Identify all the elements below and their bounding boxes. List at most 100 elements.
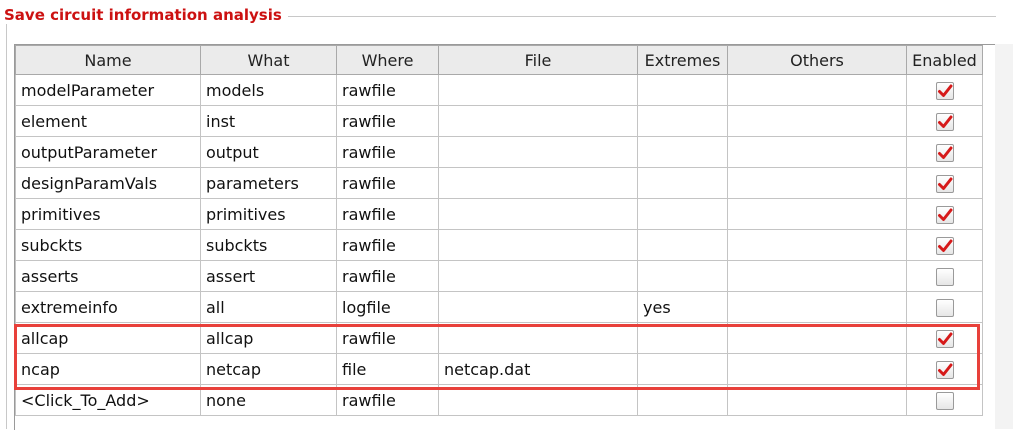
cell-extremes[interactable]	[637, 353, 728, 385]
cell-file[interactable]	[438, 136, 638, 168]
enabled-checkbox[interactable]	[935, 298, 954, 317]
cell-others[interactable]	[727, 291, 907, 323]
cell-name[interactable]: ncap	[15, 353, 201, 385]
cell-file[interactable]	[438, 260, 638, 292]
column-header-others[interactable]: Others	[727, 45, 907, 75]
enabled-checkbox[interactable]	[935, 267, 954, 286]
red-checkmark-icon	[937, 177, 952, 190]
cell-where[interactable]: rawfile	[336, 229, 439, 261]
cell-others[interactable]	[727, 384, 907, 416]
cell-name[interactable]: extremeinfo	[15, 291, 201, 323]
cell-others[interactable]	[727, 353, 907, 385]
cell-file[interactable]	[438, 229, 638, 261]
column-header-where[interactable]: Where	[336, 45, 439, 75]
cell-file[interactable]	[438, 198, 638, 230]
cell-extremes[interactable]: yes	[637, 291, 728, 323]
cell-others[interactable]	[727, 229, 907, 261]
cell-where[interactable]: rawfile	[336, 384, 439, 416]
cell-extremes[interactable]	[637, 74, 728, 106]
cell-where[interactable]: rawfile	[336, 167, 439, 199]
cell-where[interactable]: rawfile	[336, 260, 439, 292]
column-header-what[interactable]: What	[200, 45, 337, 75]
cell-what[interactable]: output	[200, 136, 337, 168]
cell-where[interactable]: rawfile	[336, 198, 439, 230]
table-row[interactable]: subckts subckts rawfile	[15, 229, 983, 261]
cell-what[interactable]: none	[200, 384, 337, 416]
enabled-checkbox[interactable]	[935, 143, 954, 162]
cell-where[interactable]: file	[336, 353, 439, 385]
table-row[interactable]: designParamVals parameters rawfile	[15, 167, 983, 199]
cell-others[interactable]	[727, 105, 907, 137]
cell-file[interactable]	[438, 291, 638, 323]
table-row[interactable]: outputParameter output rawfile	[15, 136, 983, 168]
cell-file[interactable]	[438, 105, 638, 137]
table-row[interactable]: primitives primitives rawfile	[15, 198, 983, 230]
cell-extremes[interactable]	[637, 384, 728, 416]
cell-others[interactable]	[727, 74, 907, 106]
table-row[interactable]: asserts assert rawfile	[15, 260, 983, 292]
cell-file[interactable]	[438, 167, 638, 199]
cell-name[interactable]: <Click_To_Add>	[15, 384, 201, 416]
cell-what[interactable]: allcap	[200, 322, 337, 354]
cell-extremes[interactable]	[637, 198, 728, 230]
cell-what[interactable]: assert	[200, 260, 337, 292]
enabled-checkbox[interactable]	[935, 81, 954, 100]
cell-extremes[interactable]	[637, 105, 728, 137]
table-header-row: Name What Where File Extremes Others Ena…	[15, 45, 983, 75]
enabled-checkbox[interactable]	[935, 329, 954, 348]
cell-extremes[interactable]	[637, 167, 728, 199]
table-row[interactable]: extremeinfo all logfile yes	[15, 291, 983, 323]
cell-extremes[interactable]	[637, 136, 728, 168]
table-row[interactable]: <Click_To_Add> none rawfile	[15, 384, 983, 416]
cell-others[interactable]	[727, 167, 907, 199]
enabled-checkbox[interactable]	[935, 174, 954, 193]
cell-where[interactable]: rawfile	[336, 105, 439, 137]
cell-what[interactable]: subckts	[200, 229, 337, 261]
cell-where[interactable]: logfile	[336, 291, 439, 323]
cell-file[interactable]	[438, 74, 638, 106]
enabled-checkbox[interactable]	[935, 391, 954, 410]
cell-others[interactable]	[727, 198, 907, 230]
table-row[interactable]: allcap allcap rawfile	[15, 322, 983, 354]
cell-where[interactable]: rawfile	[336, 136, 439, 168]
cell-name[interactable]: element	[15, 105, 201, 137]
save-info-table-container: Name What Where File Extremes Others Ena…	[14, 44, 995, 430]
cell-name[interactable]: allcap	[15, 322, 201, 354]
table-row[interactable]: element inst rawfile	[15, 105, 983, 137]
cell-name[interactable]: subckts	[15, 229, 201, 261]
cell-others[interactable]	[727, 136, 907, 168]
cell-what[interactable]: netcap	[200, 353, 337, 385]
cell-file[interactable]	[438, 384, 638, 416]
cell-name[interactable]: modelParameter	[15, 74, 201, 106]
column-header-file[interactable]: File	[438, 45, 638, 75]
table-row[interactable]: modelParameter models rawfile	[15, 74, 983, 106]
column-header-extremes[interactable]: Extremes	[637, 45, 728, 75]
enabled-checkbox[interactable]	[935, 360, 954, 379]
column-header-name[interactable]: Name	[15, 45, 201, 75]
cell-enabled	[906, 353, 983, 385]
cell-what[interactable]: all	[200, 291, 337, 323]
cell-file[interactable]	[438, 322, 638, 354]
cell-name[interactable]: asserts	[15, 260, 201, 292]
cell-file[interactable]: netcap.dat	[438, 353, 638, 385]
cell-where[interactable]: rawfile	[336, 74, 439, 106]
cell-what[interactable]: primitives	[200, 198, 337, 230]
cell-what[interactable]: inst	[200, 105, 337, 137]
red-checkmark-icon	[937, 84, 952, 97]
cell-others[interactable]	[727, 322, 907, 354]
cell-what[interactable]: parameters	[200, 167, 337, 199]
column-header-enabled[interactable]: Enabled	[906, 45, 983, 75]
cell-where[interactable]: rawfile	[336, 322, 439, 354]
cell-name[interactable]: primitives	[15, 198, 201, 230]
cell-extremes[interactable]	[637, 229, 728, 261]
cell-extremes[interactable]	[637, 322, 728, 354]
cell-what[interactable]: models	[200, 74, 337, 106]
cell-extremes[interactable]	[637, 260, 728, 292]
enabled-checkbox[interactable]	[935, 112, 954, 131]
cell-others[interactable]	[727, 260, 907, 292]
enabled-checkbox[interactable]	[935, 205, 954, 224]
cell-name[interactable]: outputParameter	[15, 136, 201, 168]
cell-name[interactable]: designParamVals	[15, 167, 201, 199]
enabled-checkbox[interactable]	[935, 236, 954, 255]
table-row[interactable]: ncap netcap file netcap.dat	[15, 353, 983, 385]
